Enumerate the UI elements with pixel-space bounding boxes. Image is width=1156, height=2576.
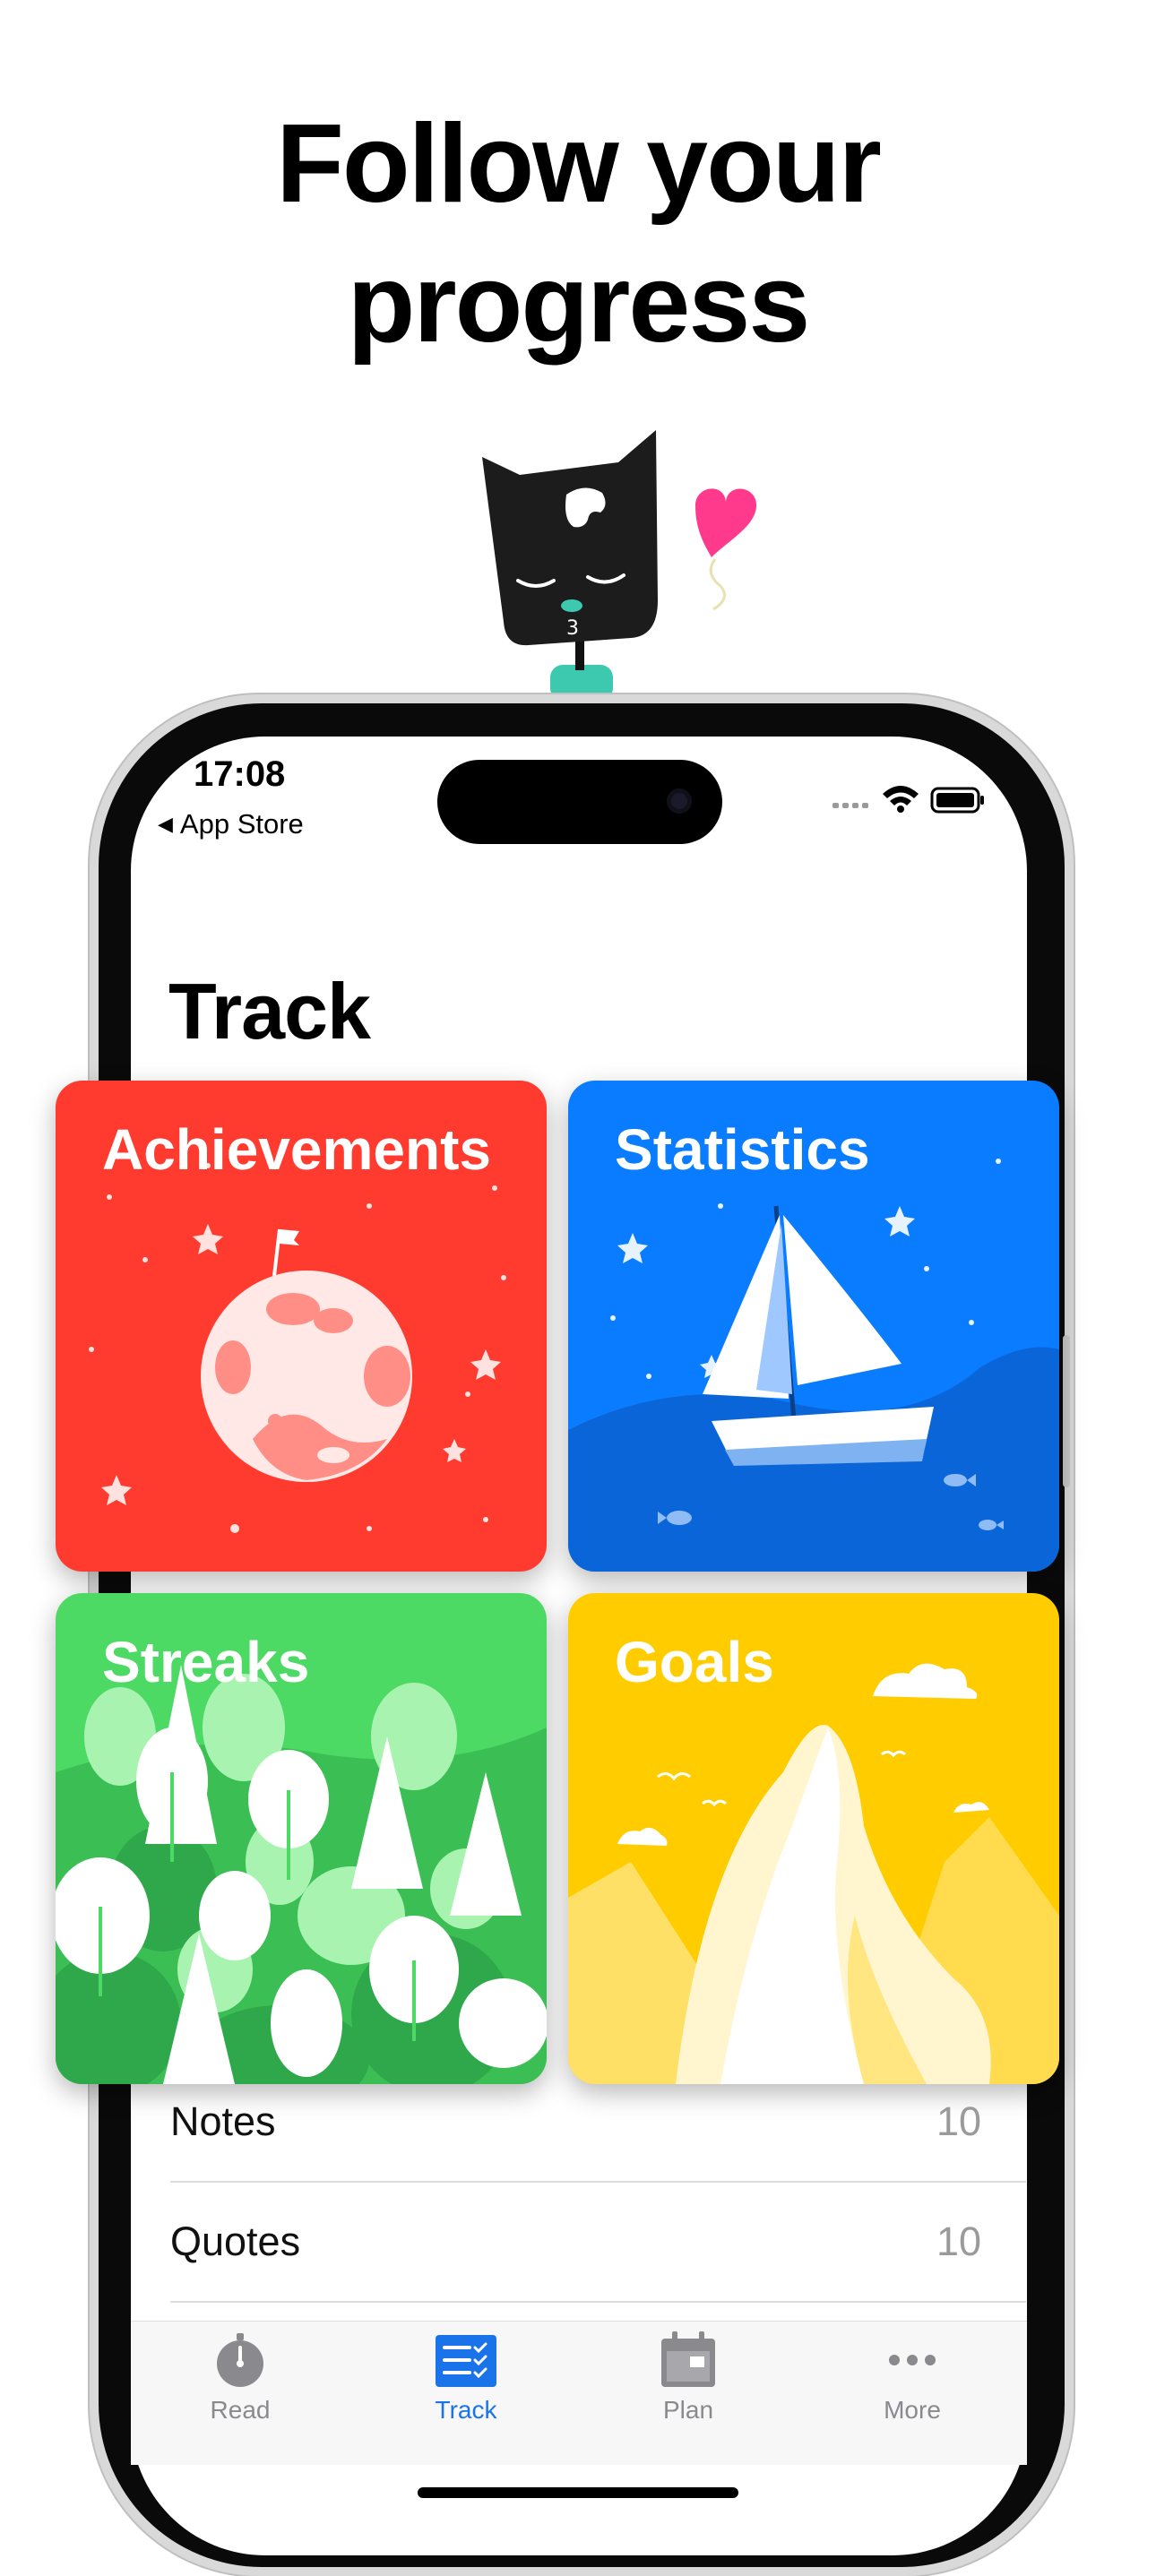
streaks-label: Streaks xyxy=(102,1630,310,1694)
mascot-illustration: 3 xyxy=(482,430,757,699)
tab-more-label: More xyxy=(884,2396,941,2424)
svg-text:3: 3 xyxy=(566,617,579,640)
headline-line-1: Follow your xyxy=(276,102,882,226)
list-item-label: Notes xyxy=(170,2098,276,2144)
tab-plan[interactable]: Plan xyxy=(608,2331,769,2439)
back-arrow-icon: ◀ xyxy=(158,813,173,835)
status-icons xyxy=(832,786,984,814)
statistics-card[interactable]: Statistics xyxy=(568,1081,1059,1572)
battery-icon xyxy=(930,787,984,814)
calendar-icon xyxy=(661,2331,715,2387)
back-label: App Store xyxy=(179,808,304,840)
streaks-card[interactable]: Streaks xyxy=(56,1593,547,2084)
statistics-label: Statistics xyxy=(615,1117,870,1182)
tab-more[interactable]: More xyxy=(832,2331,993,2439)
goals-label: Goals xyxy=(615,1630,774,1694)
side-button xyxy=(1063,1335,1070,1487)
home-indicator[interactable] xyxy=(418,2487,738,2498)
page-title: Track xyxy=(168,967,371,1055)
tab-plan-label: Plan xyxy=(662,2396,714,2424)
goals-card[interactable]: Goals xyxy=(568,1593,1059,2084)
achievements-label: Achievements xyxy=(102,1117,491,1182)
ellipsis-icon xyxy=(889,2355,936,2365)
status-time: 17:08 xyxy=(194,754,286,794)
list-item-quotes[interactable]: Quotes 10 xyxy=(170,2183,1026,2303)
wifi-icon xyxy=(883,786,919,813)
headline: Follow your progress xyxy=(0,94,1156,374)
list-item-count: 10 xyxy=(936,2098,981,2144)
tab-track-label: Track xyxy=(435,2396,497,2424)
signal-icon xyxy=(832,803,868,808)
checklist-icon xyxy=(436,2335,496,2387)
tab-read-label: Read xyxy=(210,2396,271,2424)
headline-line-2: progress xyxy=(347,242,811,366)
back-to-app-store[interactable]: ◀ App Store xyxy=(158,808,304,840)
stopwatch-icon xyxy=(217,2333,263,2387)
camera-icon xyxy=(667,788,692,814)
tab-read[interactable]: Read xyxy=(160,2331,321,2439)
list-item-count: 10 xyxy=(936,2218,981,2264)
list-item-label: Quotes xyxy=(170,2218,301,2264)
list-item-notes[interactable]: Notes 10 xyxy=(170,2063,1026,2183)
achievements-card[interactable]: Achievements xyxy=(56,1081,547,1572)
tab-track[interactable]: Track xyxy=(385,2331,547,2439)
